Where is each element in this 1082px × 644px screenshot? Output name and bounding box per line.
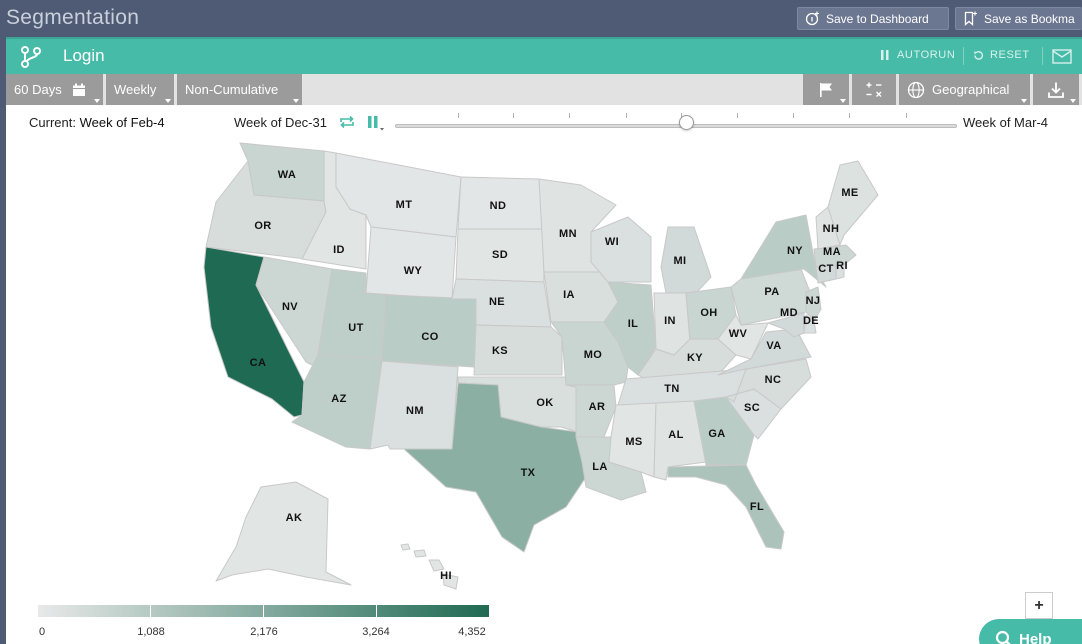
- state-wy[interactable]: [365, 226, 457, 300]
- state-label: SC: [744, 402, 760, 414]
- legend-tick-label: 2,176: [250, 626, 278, 638]
- state-label: IN: [664, 315, 676, 327]
- state-label: NE: [489, 296, 505, 308]
- state-fl[interactable]: [667, 464, 785, 550]
- state-label: MD: [780, 307, 798, 319]
- legend-tick-label: 4,352: [458, 626, 486, 638]
- legend-segment: [377, 605, 489, 617]
- top-bar: Segmentation Save to Dashboard Save as B…: [0, 0, 1082, 37]
- save-as-bookmark-label: Save as Bookma: [984, 11, 1075, 26]
- legend-tick-label: 0: [38, 626, 46, 638]
- save-to-dashboard-label: Save to Dashboard: [826, 11, 929, 26]
- state-label: AR: [589, 401, 606, 413]
- state-label: MA: [823, 246, 841, 258]
- search-icon: [995, 630, 1011, 644]
- state-label: WI: [605, 236, 619, 248]
- state-label: DE: [803, 315, 819, 327]
- state-label: NM: [406, 405, 424, 417]
- legend-tick-label: 3,264: [362, 626, 390, 638]
- us-choropleth-map: WA OR CA ID NV MT WY UT AZ CO NM ND SD N…: [203, 142, 879, 590]
- state-label: MI: [673, 255, 686, 267]
- state-label: NJ: [806, 295, 821, 307]
- state-label: VA: [766, 340, 781, 352]
- legend-segment: [38, 605, 151, 617]
- state-label: MS: [625, 436, 642, 448]
- state-label: CO: [421, 331, 438, 343]
- add-dashboard-icon: [805, 11, 819, 26]
- help-button[interactable]: Help: [979, 619, 1082, 644]
- legend-tick-label: 1,088: [137, 626, 165, 638]
- state-label: IL: [628, 318, 639, 330]
- state-label: PA: [764, 286, 779, 298]
- state-label: AL: [668, 429, 683, 441]
- state-label: RI: [836, 260, 848, 272]
- color-scale-legend: [38, 605, 489, 617]
- state-label: AK: [286, 512, 303, 524]
- state-label: SD: [492, 249, 508, 261]
- state-label: NV: [282, 301, 298, 313]
- state-ak[interactable]: [215, 481, 352, 586]
- state-label: UT: [348, 322, 363, 334]
- state-label: IA: [563, 289, 575, 301]
- state-label: WY: [404, 265, 423, 277]
- state-label: OR: [254, 220, 271, 232]
- state-label: TN: [664, 383, 679, 395]
- legend-segment: [264, 605, 377, 617]
- state-label: LA: [592, 461, 607, 473]
- state-label: NH: [823, 223, 840, 235]
- save-as-bookmark-button[interactable]: Save as Bookma: [955, 7, 1082, 30]
- state-label: TX: [521, 467, 536, 479]
- state-label: KY: [687, 352, 703, 364]
- state-label: AZ: [331, 393, 346, 405]
- state-label: MO: [584, 349, 603, 361]
- state-label: ME: [841, 187, 858, 199]
- state-label: FL: [750, 501, 764, 513]
- help-label: Help: [1019, 630, 1052, 644]
- state-label: CA: [250, 357, 267, 369]
- app-title: Segmentation: [6, 6, 140, 29]
- report-panel: Login AUTORUN RESET 60 Days Weekly Non-C…: [6, 37, 1082, 644]
- state-label: HI: [440, 570, 452, 582]
- zoom-in-button[interactable]: +: [1025, 592, 1053, 619]
- bookmark-icon: [964, 11, 977, 26]
- state-label: MT: [396, 199, 413, 211]
- state-label: CT: [818, 263, 833, 275]
- state-label: MN: [559, 228, 577, 240]
- state-label: ID: [333, 244, 345, 256]
- state-label: NC: [765, 374, 782, 386]
- state-label: NY: [787, 245, 803, 257]
- state-label: WA: [278, 169, 297, 181]
- state-label: WV: [729, 328, 748, 340]
- state-label: ND: [490, 200, 507, 212]
- state-label: GA: [708, 428, 725, 440]
- state-label: OH: [700, 307, 717, 319]
- legend-segment: [151, 605, 264, 617]
- state-wi[interactable]: [590, 216, 652, 283]
- state-hi[interactable]: [400, 543, 459, 590]
- state-label: OK: [536, 397, 553, 409]
- save-to-dashboard-button[interactable]: Save to Dashboard: [797, 7, 949, 30]
- state-label: KS: [492, 345, 508, 357]
- state-ks[interactable]: [473, 324, 563, 376]
